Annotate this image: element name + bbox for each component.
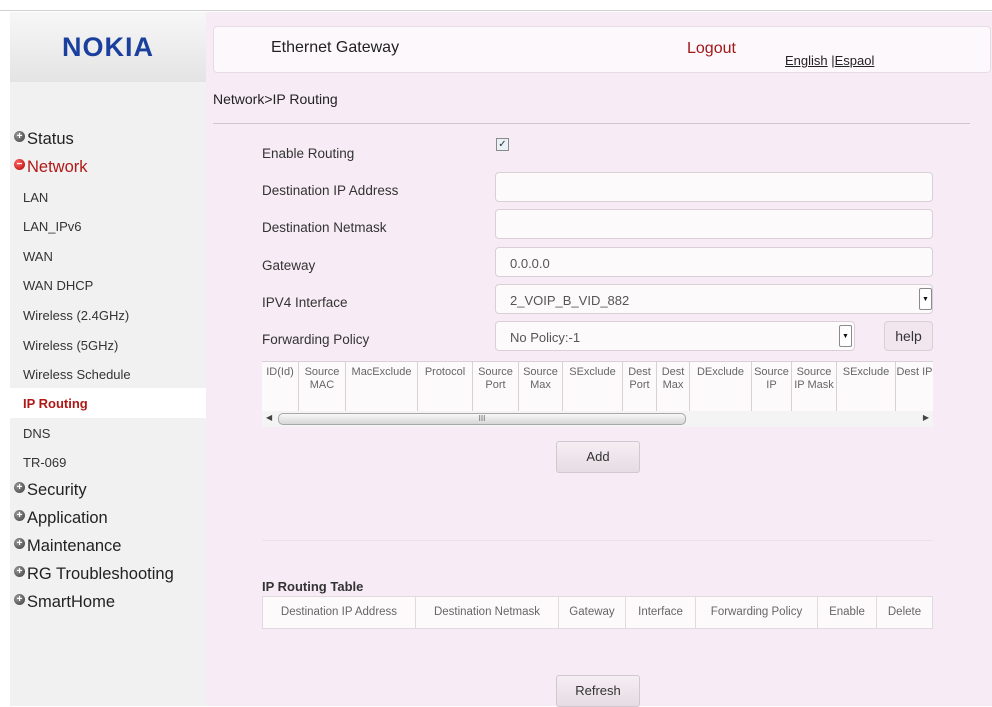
sidebar-group-label: SmartHome bbox=[27, 593, 116, 611]
scroll-thumb[interactable]: III bbox=[278, 413, 686, 425]
grid-column-header: SExclude bbox=[563, 362, 623, 411]
gateway-title: Ethernet Gateway bbox=[271, 39, 400, 56]
forwarding-policy-label: Forwarding Policy bbox=[262, 332, 370, 347]
plus-icon: + bbox=[14, 482, 25, 493]
enable-routing-label: Enable Routing bbox=[262, 146, 355, 161]
page-header: Ethernet Gateway Logout English |Espaol bbox=[213, 26, 991, 73]
forwarding-policy-value: No Policy:-1 bbox=[510, 330, 581, 345]
ipv4-interface-value: 2_VOIP_B_VID_882 bbox=[510, 293, 630, 308]
grid-column-header: DExclude bbox=[690, 362, 752, 411]
sidebar-item-tr069[interactable]: TR-069 bbox=[23, 455, 66, 470]
sidebar-group-label: Status bbox=[27, 130, 74, 148]
sidebar-group-smarthome[interactable]: + SmartHome bbox=[14, 593, 115, 612]
dest-ip-input[interactable] bbox=[495, 172, 933, 202]
grid-column-header: ID(Id) bbox=[262, 362, 299, 411]
scroll-left-icon[interactable]: ◀ bbox=[266, 413, 272, 422]
add-button[interactable]: Add bbox=[556, 441, 640, 473]
language-selector: English |Espaol bbox=[785, 53, 874, 68]
grid-column-header: Source IP bbox=[752, 362, 792, 411]
ipv4-interface-label: IPV4 Interface bbox=[262, 295, 348, 310]
routing-table-title: IP Routing Table bbox=[262, 579, 364, 594]
top-divider bbox=[0, 10, 992, 11]
grid-column-header: Source Port bbox=[473, 362, 519, 411]
minus-icon: − bbox=[14, 159, 25, 170]
table-column-header: Delete bbox=[887, 606, 922, 618]
plus-icon: + bbox=[14, 594, 25, 605]
breadcrumb-divider bbox=[213, 123, 970, 124]
help-button[interactable]: help bbox=[884, 321, 933, 351]
refresh-button[interactable]: Refresh bbox=[556, 675, 640, 707]
chevron-down-icon[interactable]: ▼ bbox=[839, 325, 852, 347]
plus-icon: + bbox=[14, 131, 25, 142]
scroll-right-icon[interactable]: ▶ bbox=[923, 413, 929, 422]
sidebar-group-network[interactable]: − Network bbox=[14, 158, 88, 177]
logo-box: NOKIA bbox=[10, 12, 206, 82]
sidebar-item-wan[interactable]: WAN bbox=[23, 249, 53, 264]
grid-column-header: Dest Port bbox=[623, 362, 657, 411]
sidebar-group-security[interactable]: + Security bbox=[14, 481, 87, 500]
plus-icon: + bbox=[14, 566, 25, 577]
grid-column-header: Dest IP bbox=[896, 366, 933, 378]
sidebar-item-wireless-24[interactable]: Wireless (2.4GHz) bbox=[23, 308, 129, 323]
table-column-header: Interface bbox=[626, 597, 696, 628]
sidebar-item-dns[interactable]: DNS bbox=[23, 426, 50, 441]
sidebar-item-wan-dhcp[interactable]: WAN DHCP bbox=[23, 278, 93, 293]
horizontal-scrollbar[interactable]: ◀ III ▶ bbox=[262, 411, 933, 427]
policy-grid: ID(Id) Source MAC MacExclude Protocol So… bbox=[262, 361, 933, 427]
grid-column-header: Dest Max bbox=[657, 362, 690, 411]
sidebar-group-application[interactable]: + Application bbox=[14, 509, 108, 528]
sidebar-group-status[interactable]: + Status bbox=[14, 130, 74, 149]
dest-ip-label: Destination IP Address bbox=[262, 183, 399, 198]
chevron-down-icon[interactable]: ▼ bbox=[919, 288, 932, 310]
table-column-header: Forwarding Policy bbox=[696, 597, 818, 628]
sidebar-item-lan-ipv6[interactable]: LAN_IPv6 bbox=[23, 219, 82, 234]
grid-column-header: SExclude bbox=[837, 362, 896, 411]
table-column-header: Gateway bbox=[559, 597, 626, 628]
grid-column-header: Source MAC bbox=[299, 362, 346, 411]
sidebar-item-wireless-5[interactable]: Wireless (5GHz) bbox=[23, 338, 118, 353]
table-column-header: Destination Netmask bbox=[416, 597, 559, 628]
forwarding-policy-select[interactable]: No Policy:-1 bbox=[495, 321, 855, 351]
sidebar-group-label: Maintenance bbox=[27, 537, 122, 555]
sidebar-item-wireless-schedule[interactable]: Wireless Schedule bbox=[23, 367, 131, 382]
dest-netmask-input[interactable] bbox=[495, 209, 933, 239]
grid-column-header: MacExclude bbox=[346, 362, 418, 411]
table-column-header: Destination IP Address bbox=[263, 597, 416, 628]
sidebar-group-rg-troubleshooting[interactable]: + RG Troubleshooting bbox=[14, 565, 174, 584]
plus-icon: + bbox=[14, 538, 25, 549]
dest-netmask-label: Destination Netmask bbox=[262, 220, 387, 235]
nokia-logo: NOKIA bbox=[62, 31, 154, 62]
sidebar-item-lan[interactable]: LAN bbox=[23, 190, 48, 205]
sidebar-group-label: RG Troubleshooting bbox=[27, 565, 174, 583]
breadcrumb: Network>IP Routing bbox=[213, 91, 338, 107]
sidebar-group-label: Network bbox=[27, 158, 88, 176]
lang-espanol-link[interactable]: Espaol bbox=[835, 53, 875, 68]
grid-column-header: Source Max bbox=[519, 362, 563, 411]
sidebar-group-maintenance[interactable]: + Maintenance bbox=[14, 537, 121, 556]
sidebar-group-label: Application bbox=[27, 509, 108, 527]
sidebar-item-ip-routing[interactable]: IP Routing bbox=[23, 396, 88, 411]
grid-column-header: Protocol bbox=[418, 362, 473, 411]
gateway-input[interactable]: 0.0.0.0 bbox=[495, 247, 933, 277]
logout-link[interactable]: Logout bbox=[687, 40, 736, 58]
ipv4-interface-select[interactable]: 2_VOIP_B_VID_882 bbox=[495, 284, 933, 314]
sidebar-group-label: Security bbox=[27, 481, 87, 499]
lang-separator: | bbox=[827, 53, 835, 68]
lang-english-link[interactable]: English bbox=[785, 53, 828, 68]
plus-icon: + bbox=[14, 510, 25, 521]
table-column-header: Enable bbox=[818, 597, 877, 628]
grid-column-header: Source IP Mask bbox=[792, 362, 837, 411]
routing-table-header: Destination IP Address Destination Netma… bbox=[262, 596, 933, 629]
gateway-label: Gateway bbox=[262, 258, 316, 273]
enable-routing-checkbox[interactable]: ✓ bbox=[496, 138, 509, 151]
section-divider bbox=[262, 540, 933, 541]
policy-grid-header: ID(Id) Source MAC MacExclude Protocol So… bbox=[262, 361, 933, 413]
